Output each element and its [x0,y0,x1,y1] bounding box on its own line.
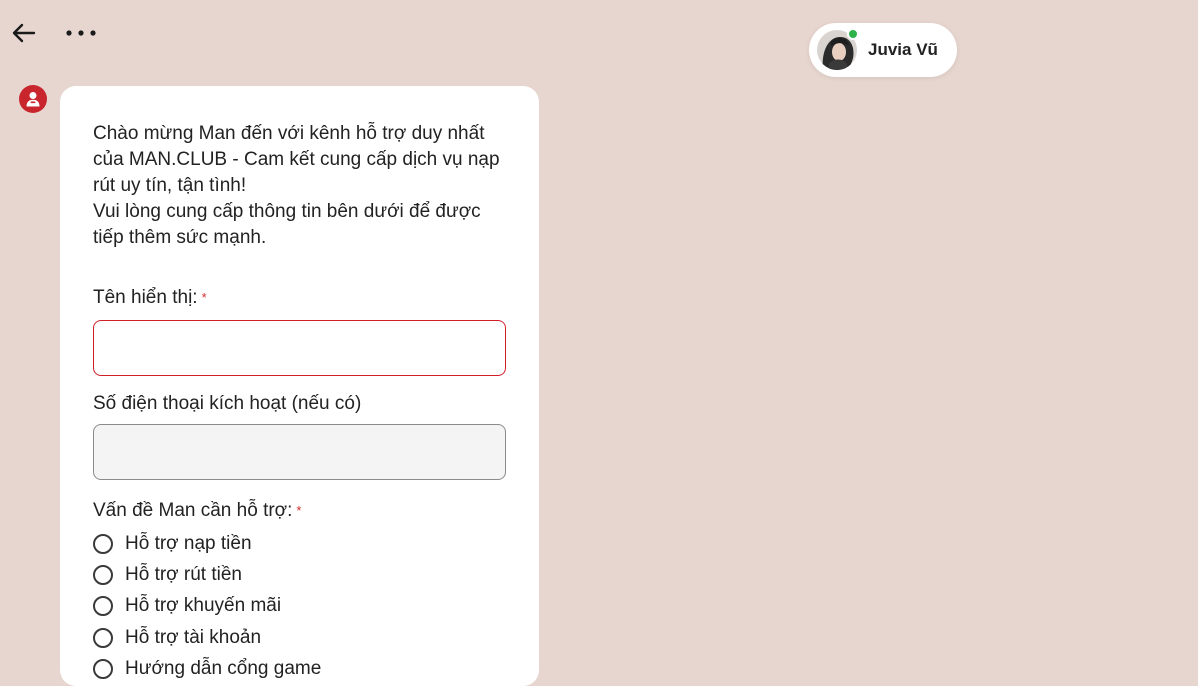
user-icon [26,92,40,107]
display-name-label-text: Tên hiển thị: [93,287,198,308]
display-name-input[interactable] [93,320,506,376]
radio-option-label: Hướng dẫn cổng game [125,657,322,679]
avatar [817,28,859,70]
radio-option-label: Hỗ trợ tài khoản [125,626,262,648]
agent-name: Juvia Vũ [868,40,938,59]
issue-label: Vấn đề Man cần hỗ trợ: * [93,498,506,524]
radio-option-account[interactable]: Hỗ trợ tài khoản [93,622,506,653]
more-options-button[interactable] [64,20,98,46]
radio-button[interactable] [93,596,113,617]
phone-input[interactable] [93,424,506,480]
bot-avatar [19,85,47,113]
issue-radio-group: Hỗ trợ nạp tiền Hỗ trợ rút tiền Hỗ trợ k… [93,528,506,684]
radio-button[interactable] [93,658,113,679]
radio-option-deposit[interactable]: Hỗ trợ nạp tiền [93,528,506,559]
support-form-card: Chào mừng Man đến với kênh hỗ trợ duy nh… [60,86,539,686]
display-name-label: Tên hiển thị: * [93,285,506,311]
arrow-left-icon [12,23,36,43]
radio-button[interactable] [93,533,113,554]
radio-option-label: Hỗ trợ nạp tiền [125,532,252,554]
required-asterisk: * [296,503,302,518]
radio-option-game-guide[interactable]: Hướng dẫn cổng game [93,653,506,684]
instruction-text: Vui lòng cung cấp thông tin bên dưới để … [93,201,481,248]
required-asterisk: * [201,290,207,305]
radio-option-label: Hỗ trợ rút tiền [125,563,242,585]
online-status-dot [847,28,859,40]
welcome-message: Chào mừng Man đến với kênh hỗ trợ duy nh… [93,121,506,251]
radio-button[interactable] [93,564,113,585]
phone-label: Số điện thoại kích hoạt (nếu có) [93,393,362,414]
radio-option-withdraw[interactable]: Hỗ trợ rút tiền [93,559,506,590]
radio-button[interactable] [93,627,113,648]
radio-option-promotion[interactable]: Hỗ trợ khuyến mãi [93,591,506,622]
more-horizontal-icon [66,30,96,36]
top-bar: Juvia Vũ [0,0,1198,77]
agent-badge[interactable]: Juvia Vũ [809,23,957,77]
back-button[interactable] [10,20,38,46]
radio-option-label: Hỗ trợ khuyến mãi [125,595,282,617]
issue-label-text: Vấn đề Man cần hỗ trợ: [93,500,293,521]
welcome-text: Chào mừng Man đến với kênh hỗ trợ duy nh… [93,123,500,196]
